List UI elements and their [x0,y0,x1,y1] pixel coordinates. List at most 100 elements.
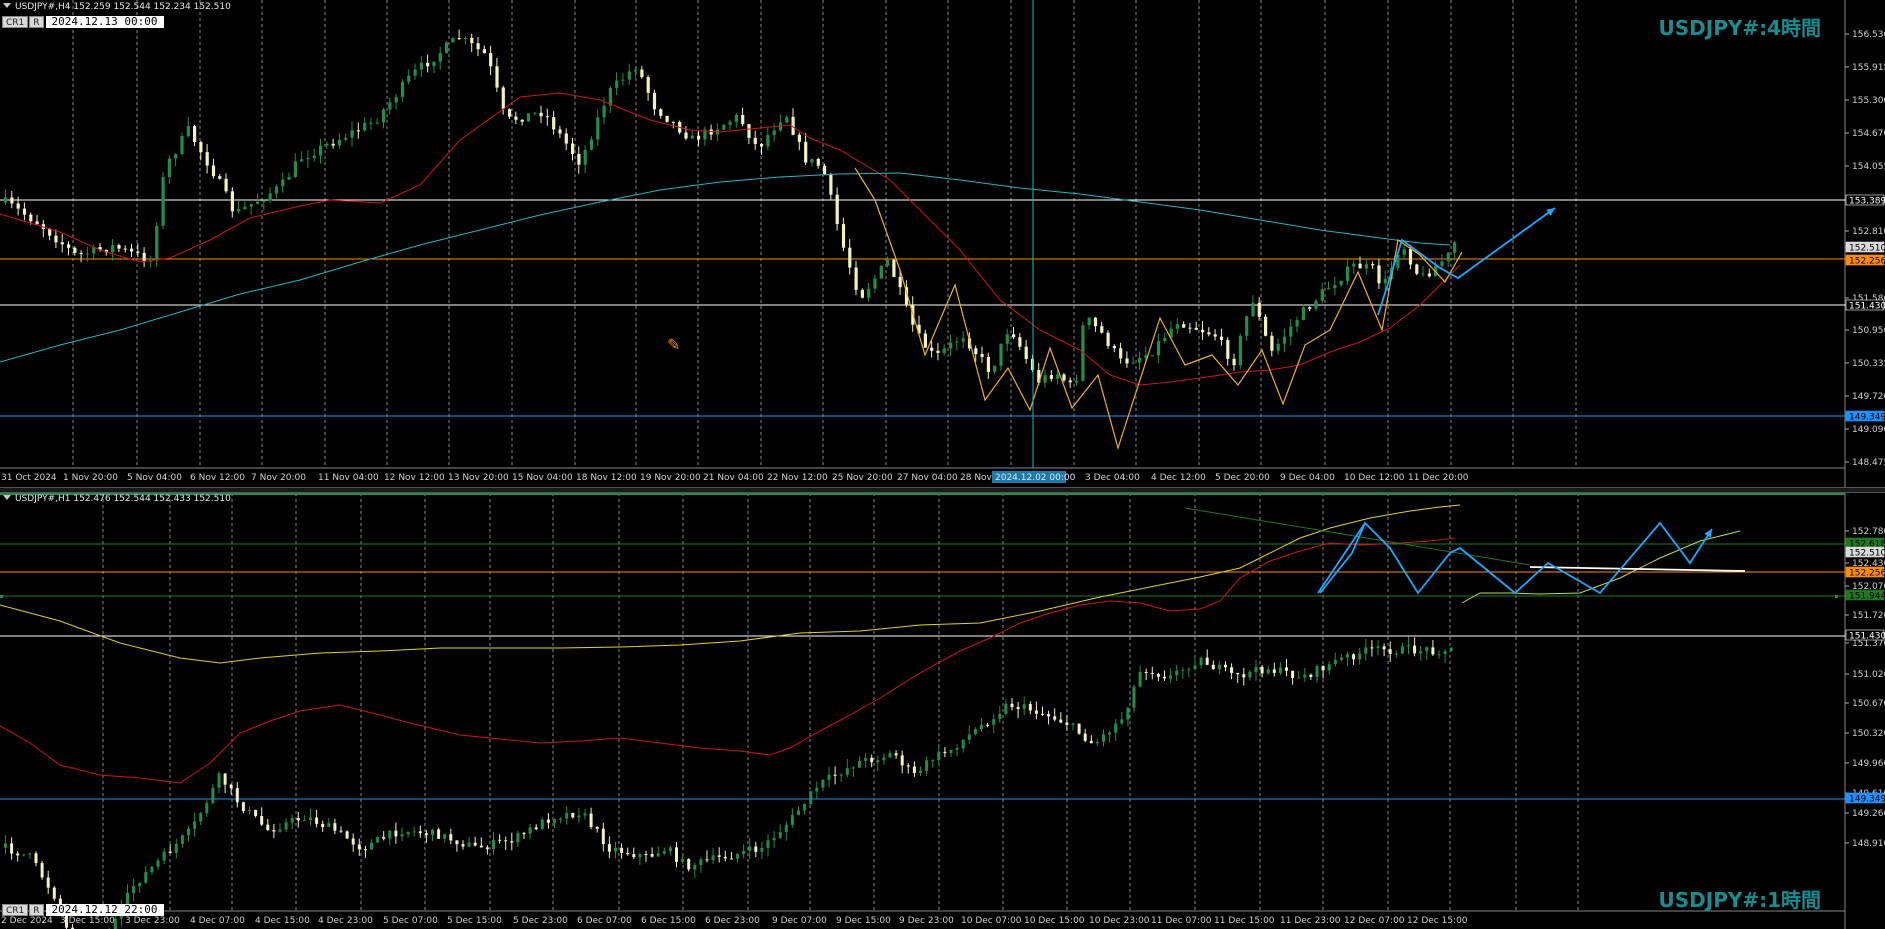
candle-body [589,139,594,150]
candle-body [1327,664,1331,671]
candle-body [369,122,373,124]
candle-body [848,247,852,268]
candle-body [1193,665,1197,670]
candle-body [652,92,657,110]
candle-body [1005,334,1009,344]
candle-body [662,851,666,854]
collapse-triangle-icon[interactable] [3,3,11,8]
candle-body [1264,316,1268,336]
candle-body [993,365,997,372]
candle-body [123,248,127,250]
h1-chart[interactable]: 152.780152.618152.510152.430152.256152.0… [0,493,1885,929]
candle-body [986,356,990,372]
candle-body [1333,284,1337,289]
candle-body [1314,300,1318,309]
candle-body [986,724,990,726]
candle-body [1075,380,1079,383]
projection-zigzag[interactable] [1377,207,1556,316]
candle-body [1004,703,1008,714]
candle-body [260,816,264,825]
price-tick-label: 152.780 [1852,527,1885,537]
time-tick-label: 19 Nov 20:00 [640,473,701,483]
candle-body [306,158,310,160]
candle-body [646,77,650,93]
candle-body [601,828,605,845]
candle-body [281,179,285,187]
candle-body [1156,341,1161,356]
candle-body [485,847,489,850]
candle-body [1012,334,1016,338]
time-tick-label: 18 Nov 12:00 [576,473,637,483]
candle-body [596,117,600,140]
candle-body [205,802,209,814]
time-tick-label: 6 Dec 15:00 [641,916,696,926]
price-tick-label: 150.335 [1852,359,1885,369]
candle-body [237,209,241,212]
candle-body [419,62,423,70]
candle-body [218,176,222,179]
candle-body [1232,358,1236,366]
candle-body [1266,669,1270,674]
moving-average-slow [0,504,1461,664]
projection-zigzag[interactable] [1317,521,1713,595]
candle-body [363,122,367,131]
candle-body [296,818,300,821]
candle-body [388,102,392,110]
candle-body [1062,374,1066,381]
candle-body [418,831,422,834]
candle-body [1425,647,1429,652]
candle-body [615,80,619,88]
candle-body [919,770,922,774]
candle-body [1016,707,1020,710]
candle-body [577,153,581,165]
time-tick-label: 4 Dec 23:00 [318,916,373,926]
candle-body [1010,703,1014,708]
candle-body [1071,723,1075,725]
h4-chart[interactable]: 156.530 155.915 155.300 154.670 154.055 153.3… [0,0,1885,487]
time-tick-label: 9 Dec 15:00 [836,916,891,926]
candle-body [552,117,556,130]
time-tick-label: 4 Dec 07:00 [190,916,245,926]
candle-body [797,810,800,815]
price-tick-label: 149.090 [1852,425,1885,435]
candle-body [1453,242,1457,253]
candle-body [553,819,556,823]
candle-body [375,122,379,124]
candle-body [1431,647,1435,655]
candle-body [193,821,197,829]
time-tick-label: 3 Dec 04:00 [1085,473,1140,483]
candle-body [602,105,606,118]
candle-body [461,844,465,847]
candle-body [248,809,251,812]
candle-body [35,221,39,225]
pencil-icon[interactable]: ✎ [667,335,680,354]
candle-body [778,832,782,838]
candle-body [337,139,342,146]
candle-body [455,840,459,845]
candle-body [1260,666,1264,674]
candle-body [705,859,709,861]
candle-body [717,855,721,857]
collapse-triangle-icon[interactable] [3,495,11,500]
candle-body [40,863,44,878]
candle-body [424,833,428,836]
candle-body [879,265,883,279]
time-tick-label: 11 Dec 23:00 [1280,916,1341,926]
candle-body [1408,249,1413,265]
zigzag-line[interactable] [854,167,1463,451]
candle-body [659,109,663,116]
candle-body [540,819,544,830]
candle-body [690,135,694,139]
candle-body [816,158,820,166]
h1-crosshair-badge: CR1 R 2024.12.12 22:00 [2,904,164,916]
time-tick-label: 4 Dec 12:00 [1151,473,1206,483]
candle-body [10,843,14,854]
candle-body [150,866,154,873]
candle-body [1150,355,1154,357]
candle-body [760,143,764,147]
resistance-trendline[interactable] [1184,507,1531,566]
h1-ohlc-text: USDJPY#,H1 152.476 152.544 152.433 152.5… [15,494,231,504]
candle-body [955,748,959,750]
candle-body [1201,329,1205,333]
price-label-text: 151.944 [1849,592,1885,602]
